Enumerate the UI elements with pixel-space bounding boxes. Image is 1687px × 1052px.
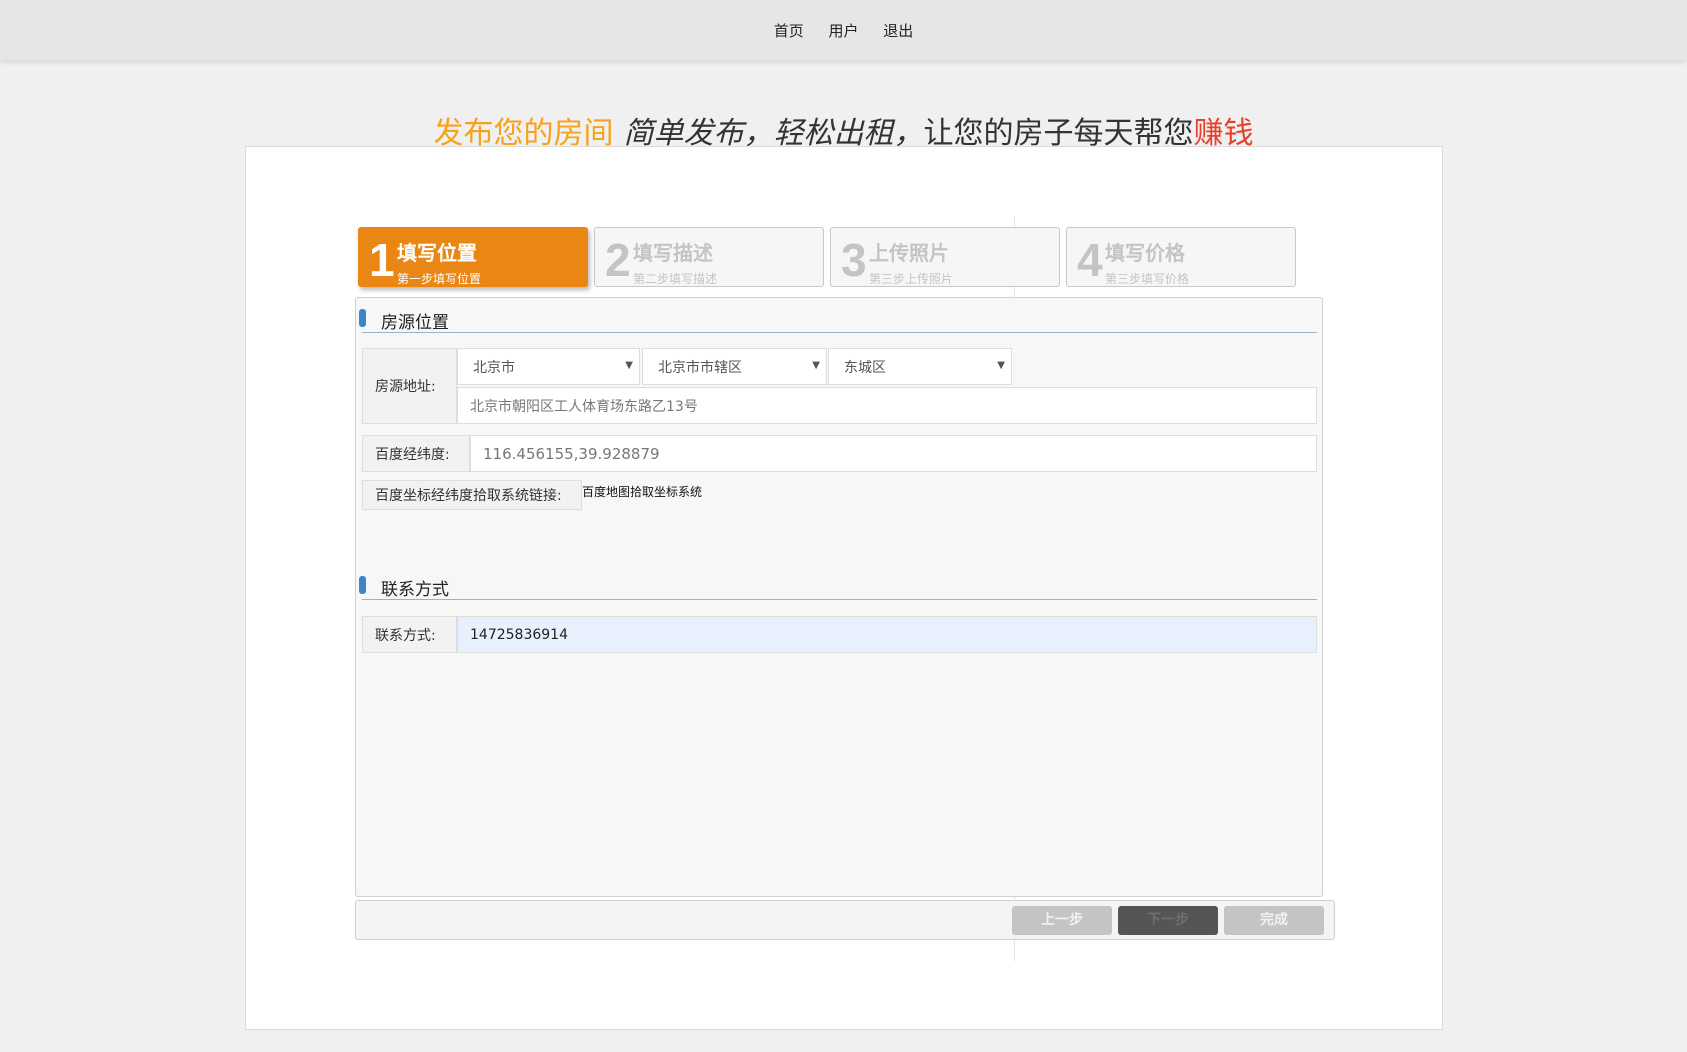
chevron-down-icon: ▼ xyxy=(625,360,633,371)
step-number: 4 xyxy=(1077,234,1103,286)
step-title: 上传照片 xyxy=(869,241,949,265)
picker-link-label: 百度坐标经纬度拾取系统链接: xyxy=(362,480,582,510)
step-subtitle: 第三步填写价格 xyxy=(1105,272,1190,286)
step-title: 填写价格 xyxy=(1105,241,1185,265)
step-subtitle: 第二步填写描述 xyxy=(633,272,718,286)
step-3-photos[interactable]: 3 上传照片 第三步上传照片 xyxy=(830,227,1060,287)
prev-step-button[interactable]: 上一步 xyxy=(1012,906,1112,935)
top-nav-links: 首页 用户 退出 xyxy=(0,20,1687,41)
finish-button[interactable]: 完成 xyxy=(1224,906,1324,935)
nav-home-link[interactable]: 首页 xyxy=(774,22,804,40)
next-step-button[interactable]: 下一步 xyxy=(1118,906,1218,935)
city-select-value: 北京市市辖区 xyxy=(658,359,742,376)
step-title: 填写描述 xyxy=(633,241,713,265)
chevron-down-icon: ▼ xyxy=(997,360,1005,371)
province-select-value: 北京市 xyxy=(473,359,515,376)
section-marker-icon xyxy=(359,576,366,594)
location-section-title: 房源位置 xyxy=(359,308,449,333)
section-divider xyxy=(362,599,1317,600)
baidu-coordinate-picker-link[interactable]: 百度地图拾取坐标系统 xyxy=(582,483,702,500)
phone-input[interactable]: 14725836914 xyxy=(457,616,1317,653)
coords-label: 百度经纬度: xyxy=(362,435,470,472)
coords-input[interactable]: 116.456155,39.928879 xyxy=(470,435,1317,472)
step-title: 填写位置 xyxy=(397,241,477,265)
step-number: 3 xyxy=(841,234,867,286)
contact-section-title: 联系方式 xyxy=(359,575,449,600)
step-number: 1 xyxy=(369,234,395,286)
section-title-text: 房源位置 xyxy=(381,313,449,333)
district-select[interactable]: 东城区 ▼ xyxy=(828,348,1012,385)
step-subtitle: 第三步上传照片 xyxy=(869,272,954,286)
section-marker-icon xyxy=(359,309,366,327)
phone-label: 联系方式: xyxy=(362,616,457,653)
address-label: 房源地址: xyxy=(362,348,457,424)
nav-logout-link[interactable]: 退出 xyxy=(883,22,913,40)
step-2-description[interactable]: 2 填写描述 第二步填写描述 xyxy=(594,227,824,287)
top-navigation-bar: 首页 用户 退出 xyxy=(0,0,1687,60)
step-1-location[interactable]: 1 填写位置 第一步填写位置 xyxy=(358,227,588,287)
province-select[interactable]: 北京市 ▼ xyxy=(457,348,640,385)
section-divider xyxy=(362,332,1317,333)
address-input[interactable]: 北京市朝阳区工人体育场东路乙13号 xyxy=(457,387,1317,424)
city-select[interactable]: 北京市市辖区 ▼ xyxy=(642,348,827,385)
chevron-down-icon: ▼ xyxy=(812,360,820,371)
district-select-value: 东城区 xyxy=(844,359,886,376)
step-number: 2 xyxy=(605,234,631,286)
step-4-price[interactable]: 4 填写价格 第三步填写价格 xyxy=(1066,227,1296,287)
section-title-text: 联系方式 xyxy=(381,580,449,600)
step-subtitle: 第一步填写位置 xyxy=(397,272,482,286)
nav-user-link[interactable]: 用户 xyxy=(828,22,858,40)
